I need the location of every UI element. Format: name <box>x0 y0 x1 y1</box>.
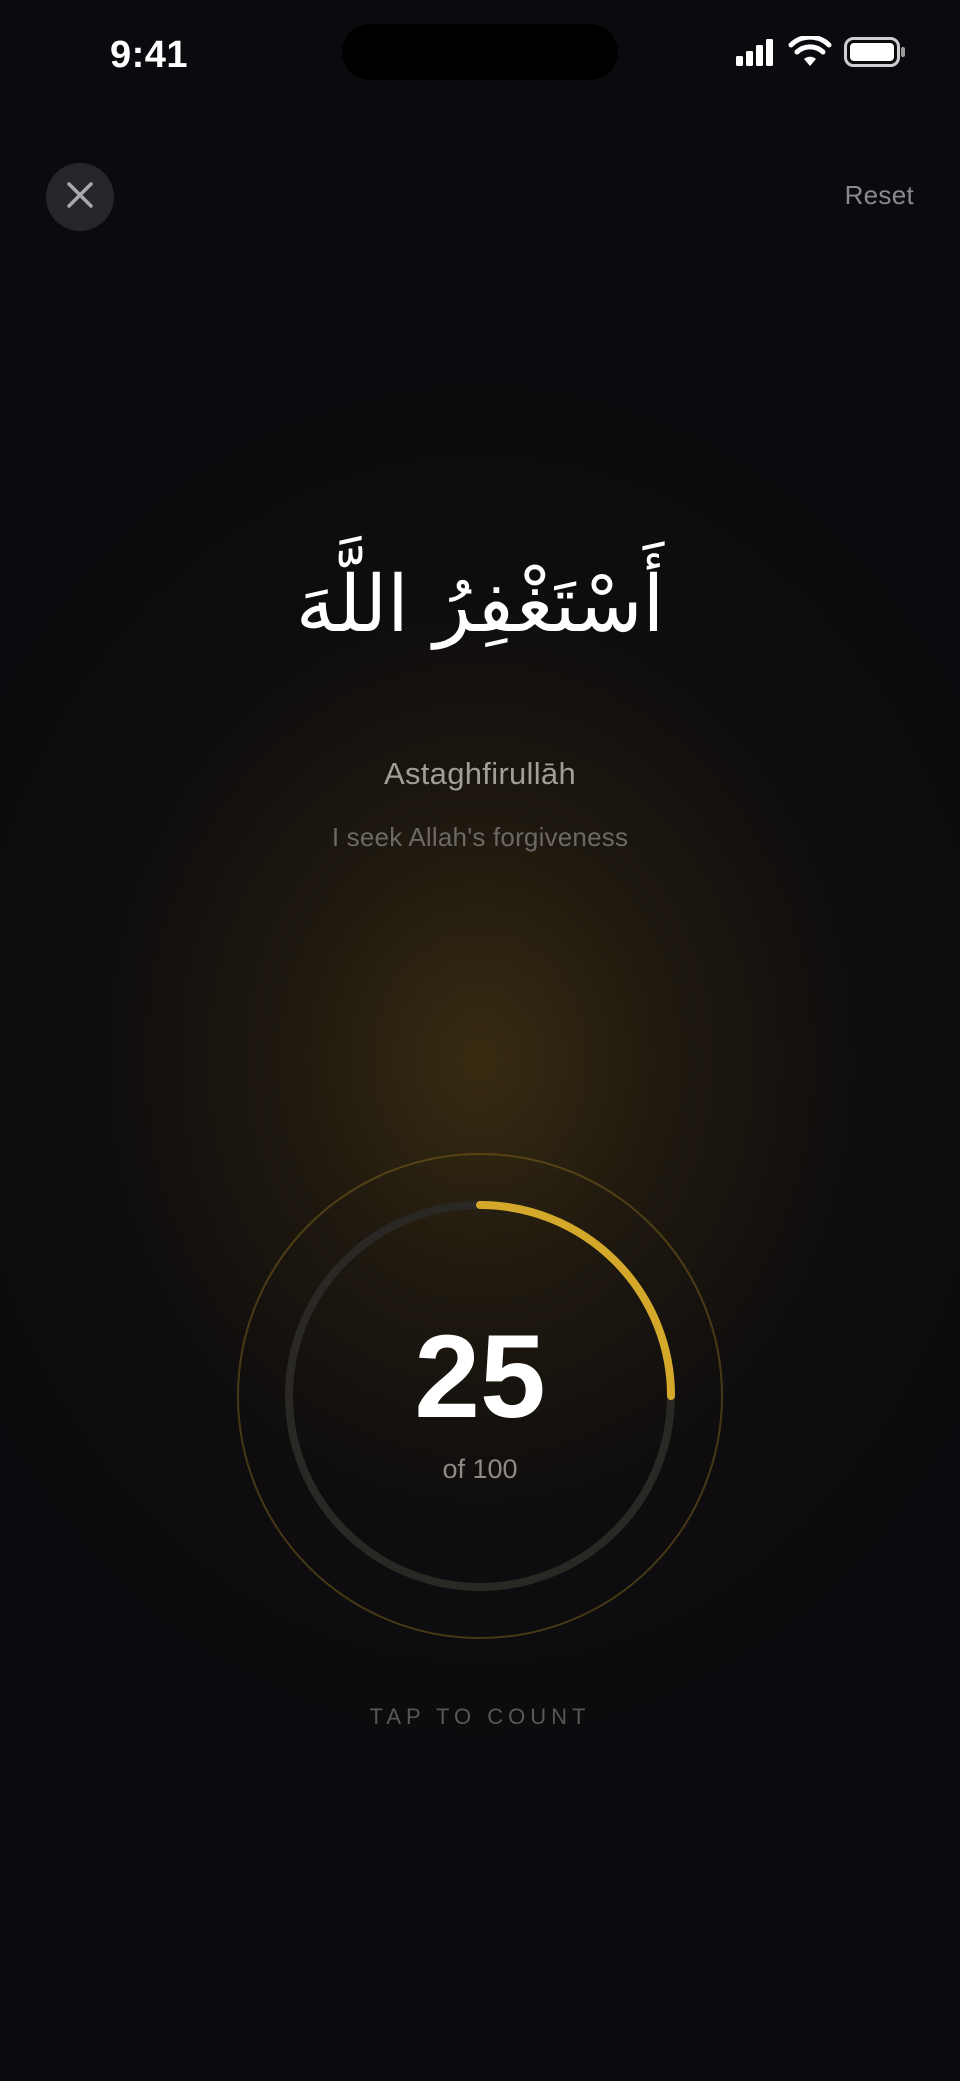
count-total: of 100 <box>442 1454 518 1484</box>
count-value: 25 <box>414 1311 546 1443</box>
arabic-dhikr-text: أَسْتَغْفِرُ اللَّهَ <box>295 560 665 650</box>
transliteration-text: Astaghfirullāh <box>383 756 577 791</box>
close-icon <box>65 180 95 215</box>
status-icons <box>736 36 906 68</box>
cellular-signal-icon <box>736 38 776 66</box>
close-button[interactable] <box>46 163 114 231</box>
wifi-icon <box>788 36 832 68</box>
tasbih-screen: 9:41 Reset أَسْتَغْفِرُ اللَّهَ Astaghfi… <box>0 0 960 2081</box>
status-time: 9:41 <box>110 34 189 76</box>
counter-button[interactable]: 25 of 100 <box>236 1152 724 1640</box>
reset-button[interactable]: Reset <box>845 180 914 211</box>
battery-icon <box>844 37 906 67</box>
translation-text: I seek Allah's forgiveness <box>331 822 629 852</box>
tap-to-count-hint: TAP TO COUNT <box>369 1704 591 1729</box>
dynamic-island <box>342 24 618 80</box>
